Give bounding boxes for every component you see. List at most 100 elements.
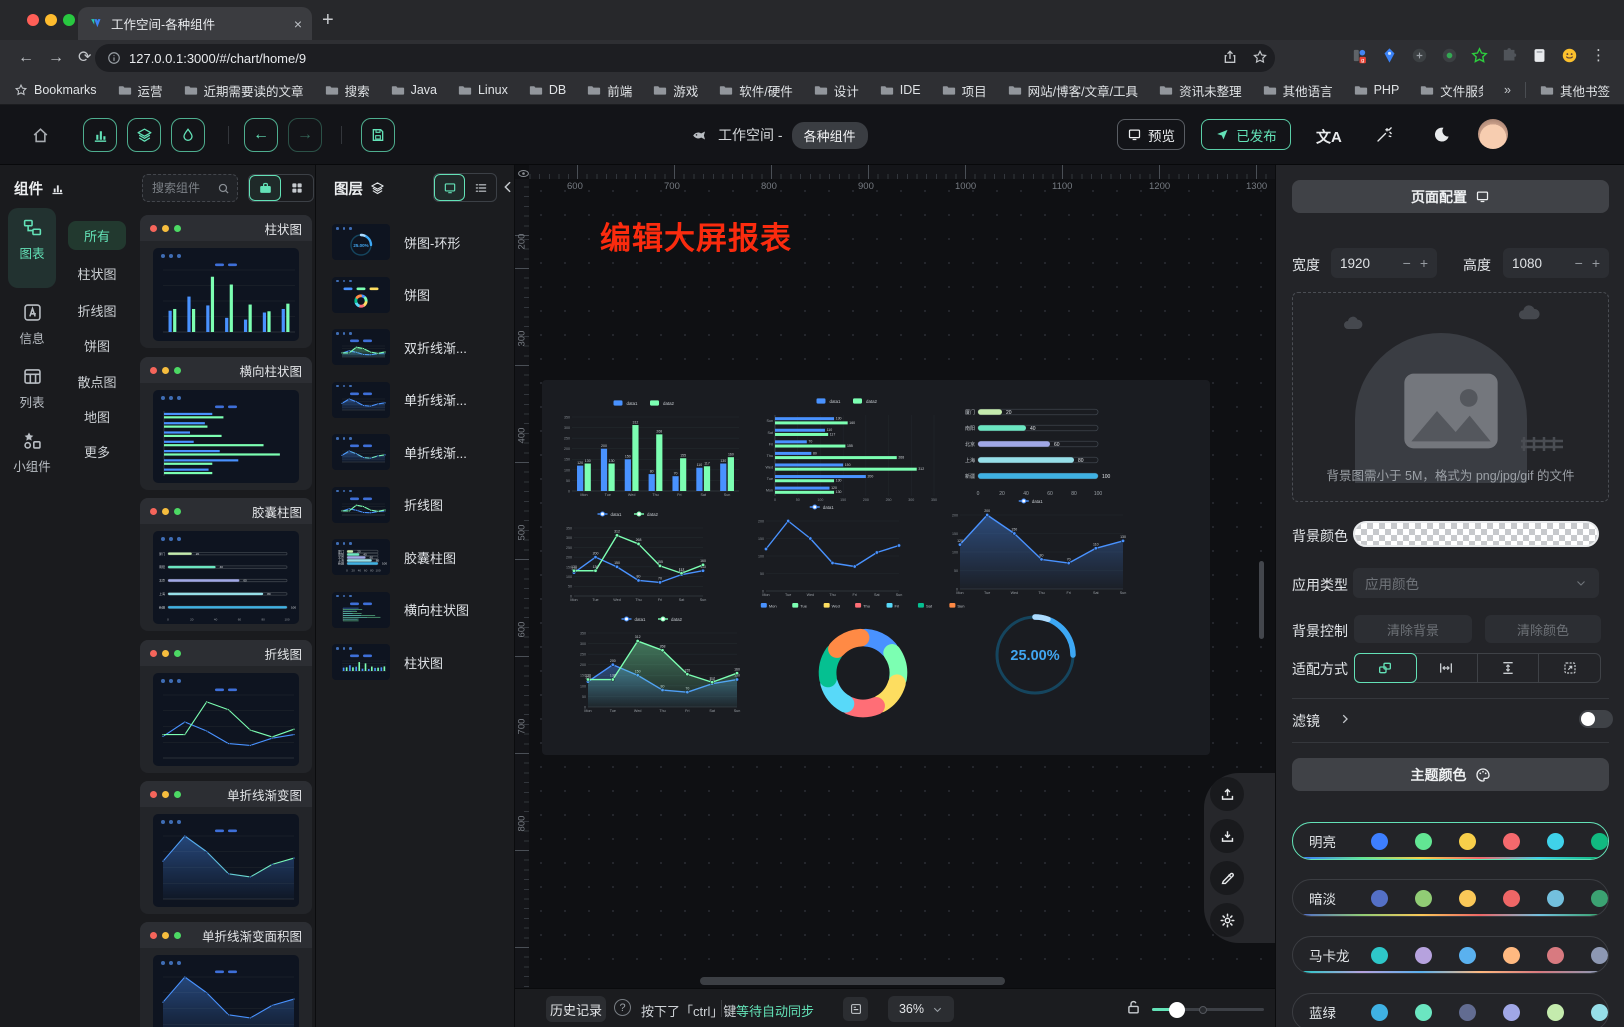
toggle-component-view[interactable] <box>249 175 281 201</box>
forward-icon[interactable]: → <box>48 49 64 67</box>
bookmark-folder[interactable]: 运营 <box>118 81 163 100</box>
component-card[interactable]: 折线图 <box>140 640 312 773</box>
notes-icon[interactable] <box>843 997 868 1021</box>
clear-background-button[interactable]: 清除背景 <box>1354 615 1472 643</box>
dashboard-preview[interactable]: data1data2050100150200250300350Mon120130… <box>542 380 1210 755</box>
info-icon[interactable] <box>107 51 121 65</box>
history-button[interactable]: 历史记录 <box>546 996 606 1022</box>
clear-color-button[interactable]: 清除颜色 <box>1485 615 1601 643</box>
slider-knob[interactable] <box>1169 1002 1185 1018</box>
fit-option-fit-width[interactable] <box>1416 654 1478 682</box>
fab-download[interactable] <box>1210 819 1244 853</box>
pin-icon[interactable] <box>1381 47 1398 64</box>
mac-close-button[interactable] <box>27 14 39 26</box>
zoom-slider[interactable] <box>1152 1008 1264 1011</box>
bookmark-folder[interactable]: Linux <box>458 81 508 100</box>
magic-wand-icon[interactable] <box>1375 126 1393 144</box>
chevron-right-icon[interactable] <box>1338 711 1352 727</box>
width-minus-button[interactable]: − <box>1403 255 1411 271</box>
sidebar-item-信息[interactable]: 信息 <box>8 293 56 349</box>
component-card[interactable]: 柱状图 <box>140 215 312 348</box>
component-card[interactable]: 胶囊柱图厦门20南阳40北京60上海80新疆100020406080100 <box>140 498 312 631</box>
help-icon[interactable]: ? <box>614 999 631 1016</box>
bookmark-folder[interactable]: 网站/博客/文章/工具 <box>1008 81 1138 100</box>
bookmark-folder[interactable]: IDE <box>880 81 921 100</box>
extension-circle-icon[interactable] <box>1411 47 1428 64</box>
tab-close-icon[interactable]: × <box>294 16 302 32</box>
bookmark-folder[interactable]: 文件服务器 <box>1420 81 1483 100</box>
chart-area-dual[interactable]: data1data2050100150200250300350MonTueWed… <box>572 609 744 719</box>
zoom-select[interactable]: 36% <box>888 996 954 1022</box>
home-icon[interactable] <box>31 126 50 145</box>
url-bar[interactable]: 127.0.0.1:3000/#/chart/home/9 <box>95 44 1275 72</box>
width-stepper[interactable]: 1920 −+ <box>1331 248 1437 278</box>
category-所有[interactable]: 所有 <box>68 221 126 250</box>
dashboard-title-text[interactable]: 编辑大屏报表 <box>600 213 792 258</box>
profile-smiley-icon[interactable] <box>1561 47 1578 64</box>
fab-settings-gear[interactable] <box>1210 903 1244 937</box>
extension-circle-icon[interactable] <box>1441 47 1458 64</box>
save-button[interactable] <box>361 118 395 152</box>
fab-edit[interactable] <box>1210 861 1244 895</box>
layer-item[interactable]: 饼图 <box>332 274 502 316</box>
page-name-badge[interactable]: 各种组件 <box>792 122 868 149</box>
category-折线图[interactable]: 折线图 <box>68 296 126 325</box>
redo-button[interactable]: → <box>288 118 322 152</box>
component-card[interactable]: 单折线渐变面积图 <box>140 922 312 1027</box>
preview-button[interactable]: 预览 <box>1117 119 1185 150</box>
sidebar-item-列表[interactable]: 列表 <box>8 357 56 413</box>
theme-row-明亮[interactable]: 明亮 <box>1292 822 1609 860</box>
theme-drop-button[interactable] <box>171 118 205 152</box>
chart-line-single[interactable]: data1050100150200MonTueWedThuFriSatSun <box>750 497 906 603</box>
collapse-panel-icon[interactable] <box>500 179 516 195</box>
undo-button[interactable]: ← <box>244 118 278 152</box>
chart-hbar[interactable]: data1data2050100150200250300350Mon120130… <box>758 391 948 507</box>
layer-item[interactable]: 横向柱状图 <box>332 589 502 631</box>
bookmark-folder[interactable]: Java <box>391 81 437 100</box>
chart-donut[interactable]: MonTueWedThuFriSatSun <box>753 600 973 732</box>
bookmark-folder[interactable]: 软件/硬件 <box>719 81 792 100</box>
bookmark-star-icon[interactable] <box>1252 49 1268 65</box>
sidebar-item-图表[interactable]: 图表 <box>8 208 56 288</box>
fab-upload[interactable] <box>1210 777 1244 811</box>
layer-item[interactable]: 折线图 <box>332 484 502 526</box>
fit-option-fit-scale[interactable] <box>1354 653 1417 683</box>
reload-icon[interactable]: ⟳ <box>78 49 91 67</box>
bookmarks-overflow-chevron[interactable]: » <box>1504 83 1511 97</box>
bookmark-folder[interactable]: 游戏 <box>653 81 698 100</box>
dark-mode-moon-icon[interactable] <box>1432 125 1451 144</box>
bookmark-folder[interactable]: PHP <box>1354 81 1400 100</box>
toggle-grid-view[interactable] <box>281 175 313 201</box>
chart-capsule[interactable]: 厦门20南阳40北京60上海80新疆100020406080100 <box>948 396 1126 500</box>
back-icon[interactable]: ← <box>18 49 34 67</box>
user-avatar[interactable] <box>1478 119 1508 149</box>
fit-option-fit-stretch[interactable] <box>1539 654 1600 682</box>
background-upload-area[interactable]: 背景图需小于 5M，格式为 png/jpg/gif 的文件 <box>1292 292 1609 502</box>
menu-dots-icon[interactable]: ⋮ <box>1591 46 1606 64</box>
category-饼图[interactable]: 饼图 <box>68 331 126 360</box>
layer-item[interactable]: 单折线渐... <box>332 431 502 473</box>
charts-panel-button[interactable] <box>83 118 117 152</box>
bookmark-folder[interactable]: DB <box>529 81 566 100</box>
toggle-list-view[interactable] <box>465 174 496 201</box>
height-minus-button[interactable]: − <box>1575 255 1583 271</box>
chart-line-dual[interactable]: data1data2050100150200250300350MonTueWed… <box>558 504 710 608</box>
chart-ring[interactable]: 25.00% <box>991 611 1079 699</box>
profile-icon[interactable] <box>1531 47 1548 64</box>
app-type-select[interactable]: 应用颜色 <box>1353 568 1599 598</box>
green-star-icon[interactable] <box>1471 47 1488 64</box>
bookmark-folder[interactable]: 近期需要读的文章 <box>184 81 304 100</box>
layer-item[interactable]: 单折线渐... <box>332 379 502 421</box>
category-柱状图[interactable]: 柱状图 <box>68 259 126 288</box>
chart-area-single[interactable]: data1050100150200MonTueWedThuFriSatSun12… <box>944 491 1130 601</box>
other-bookmarks[interactable]: 其他书签 <box>1540 81 1610 100</box>
canvas-area[interactable]: data1data2050100150200250300350Mon120130… <box>515 165 1275 988</box>
bookmark-folder[interactable]: 项目 <box>942 81 987 100</box>
toggle-thumbnail-view[interactable] <box>434 174 465 201</box>
extension-icon[interactable]: g <box>1351 47 1368 64</box>
height-plus-button[interactable]: + <box>1592 255 1600 271</box>
canvas-hscrollbar[interactable] <box>700 977 1005 985</box>
category-地图[interactable]: 地图 <box>68 402 126 431</box>
chart-bar[interactable]: data1data2050100150200250300350Mon120130… <box>556 393 744 503</box>
page-config-header[interactable]: 页面配置 <box>1292 180 1609 213</box>
